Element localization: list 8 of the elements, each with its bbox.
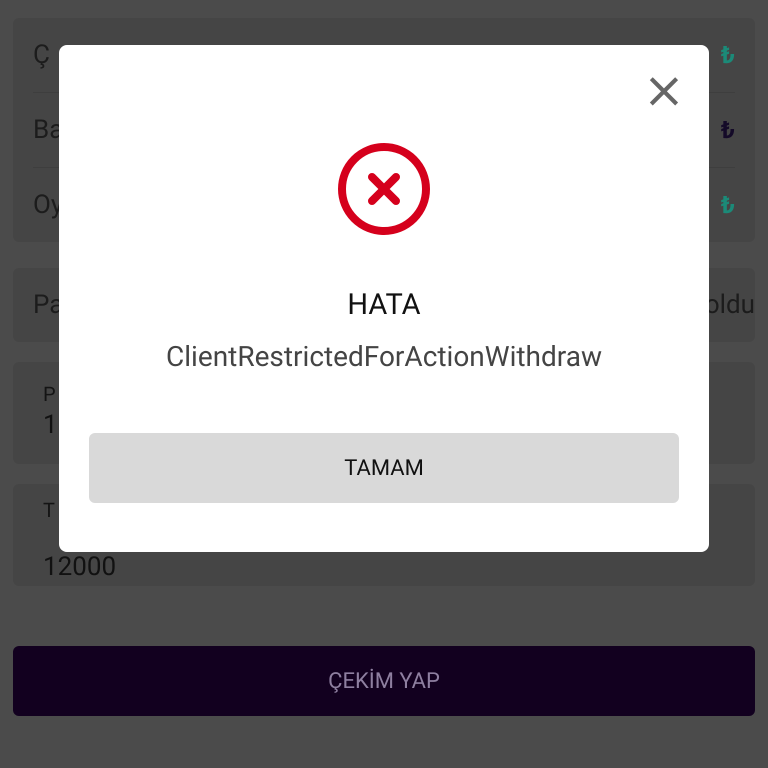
ok-button[interactable]: TAMAM xyxy=(89,433,679,503)
summary-amount: ₺ xyxy=(720,191,735,219)
dialog-title: HATA xyxy=(347,288,421,322)
summary-amount: ₺ xyxy=(720,116,735,144)
error-icon xyxy=(337,142,431,236)
dialog-message: ClientRestrictedForActionWithdraw xyxy=(166,340,602,373)
summary-amount: ₺ xyxy=(720,41,735,69)
close-button[interactable]: × xyxy=(643,71,681,109)
